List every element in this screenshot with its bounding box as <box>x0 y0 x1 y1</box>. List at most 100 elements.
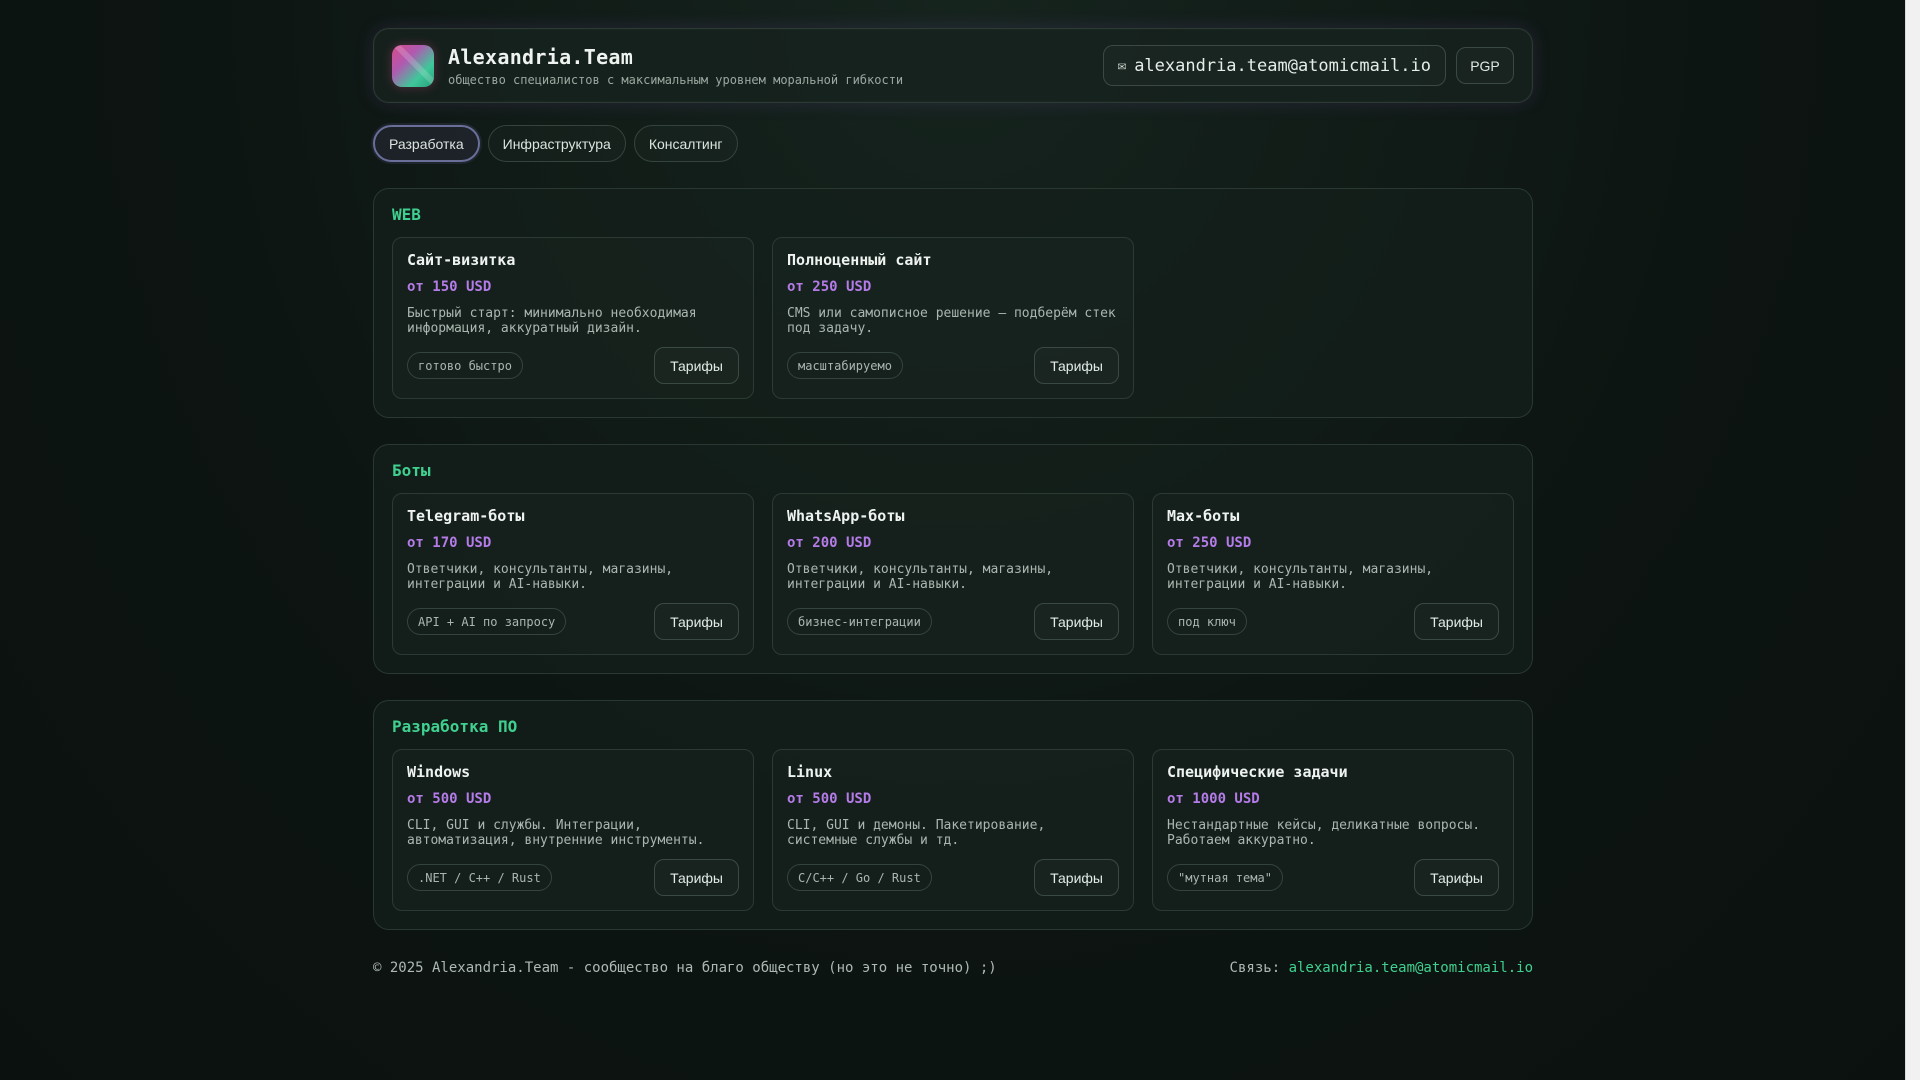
card-price: от 170 USD <box>407 535 492 551</box>
card-description-line: CLI, GUI и службы. Интеграции, <box>407 818 642 833</box>
service-card: Linux от 500 USD CLI, GUI и демоны. Паке… <box>772 749 1134 911</box>
card-description-line: под задачу. <box>787 321 874 336</box>
tab-infrastructure[interactable]: Инфраструктура <box>487 125 626 162</box>
section-title: Разработка ПО <box>392 717 518 736</box>
service-card: WhatsApp-боты от 200 USD Ответчики, конс… <box>772 493 1134 655</box>
card-description: Ответчики, консультанты, магазины, интег… <box>1167 562 1499 592</box>
tariffs-button[interactable]: Тарифы <box>654 859 739 896</box>
card-tag: бизнес-интеграции <box>787 608 932 635</box>
card-description: CLI, GUI и демоны. Пакетирование, систем… <box>787 818 1119 848</box>
service-card: Полноценный сайт от 250 USD CMS или само… <box>772 237 1134 399</box>
card-description: Нестандартные кейсы, деликатные вопросы.… <box>1167 818 1499 848</box>
pgp-button[interactable]: PGP <box>1456 47 1514 84</box>
email-button[interactable]: ✉ alexandria.team@atomicmail.io <box>1102 45 1446 86</box>
brand-block: Alexandria.Team общество специалистов с … <box>448 45 903 87</box>
card-footer: готово быстро Тарифы <box>407 347 739 384</box>
card-footer: C/C++ / Go / Rust Тарифы <box>787 859 1119 896</box>
card-title: Telegram-боты <box>407 507 525 525</box>
logo-icon[interactable] <box>392 44 434 87</box>
email-label: alexandria.team@atomicmail.io <box>1134 55 1431 76</box>
card-price: от 250 USD <box>787 279 872 295</box>
service-card: Сайт-визитка от 150 USD Быстрый старт: м… <box>392 237 754 399</box>
section-bots: Боты Telegram-боты от 170 USD Ответчики,… <box>373 444 1533 674</box>
service-cards: Telegram-боты от 170 USD Ответчики, конс… <box>392 493 1514 655</box>
card-description: Ответчики, консультанты, магазины, интег… <box>407 562 739 592</box>
card-description-line: Ответчики, консультанты, магазины, <box>787 562 1054 577</box>
card-description-line: автоматизация, внутренние инструменты. <box>407 833 705 848</box>
card-description: CMS или самописное решение — подберём ст… <box>787 306 1119 336</box>
card-tag: .NET / C++ / Rust <box>407 864 552 891</box>
card-footer: под ключ Тарифы <box>1167 603 1499 640</box>
mail-icon: ✉ <box>1117 57 1127 74</box>
card-tag: C/C++ / Go / Rust <box>787 864 932 891</box>
card-price: от 1000 USD <box>1167 791 1260 807</box>
site-header: Alexandria.Team общество специалистов с … <box>373 28 1533 103</box>
category-tabs: Разработка Инфраструктура Консалтинг <box>373 125 1533 162</box>
tariffs-button[interactable]: Тарифы <box>1034 859 1119 896</box>
service-card: Telegram-боты от 170 USD Ответчики, конс… <box>392 493 754 655</box>
service-cards: Windows от 500 USD CLI, GUI и службы. Ин… <box>392 749 1514 911</box>
card-title: Linux <box>787 763 833 781</box>
page-container: Alexandria.Team общество специалистов с … <box>373 28 1533 976</box>
card-footer: API + AI по запросу Тарифы <box>407 603 739 640</box>
card-description-line: Ответчики, консультанты, магазины, <box>407 562 674 577</box>
service-card: Max-боты от 250 USD Ответчики, консульта… <box>1152 493 1514 655</box>
tab-development[interactable]: Разработка <box>373 125 480 162</box>
service-cards: Сайт-визитка от 150 USD Быстрый старт: м… <box>392 237 1514 399</box>
card-description-line: информация, аккуратный дизайн. <box>407 321 642 336</box>
card-footer: бизнес-интеграции Тарифы <box>787 603 1119 640</box>
contact-label: Связь: <box>1229 960 1281 976</box>
card-tag: масштабируемо <box>787 352 903 379</box>
contact-email-link[interactable]: alexandria.team@atomicmail.io <box>1289 960 1533 976</box>
card-title: Специфические задачи <box>1167 763 1348 781</box>
card-tag: готово быстро <box>407 352 523 379</box>
tariffs-button[interactable]: Тарифы <box>1414 603 1499 640</box>
site-title: Alexandria.Team <box>448 44 634 69</box>
section-title: Боты <box>392 461 431 480</box>
card-description: Ответчики, консультанты, магазины, интег… <box>787 562 1119 592</box>
card-description-line: интеграции и AI-навыки. <box>1167 577 1348 592</box>
tariffs-button[interactable]: Тарифы <box>654 347 739 384</box>
section-title: WEB <box>392 205 421 224</box>
card-description-line: системные службы и тд. <box>787 833 960 848</box>
card-footer: масштабируемо Тарифы <box>787 347 1119 384</box>
card-price: от 150 USD <box>407 279 492 295</box>
tab-consulting[interactable]: Консалтинг <box>633 125 738 162</box>
card-description-line: CLI, GUI и демоны. Пакетирование, <box>787 818 1046 833</box>
service-card: Windows от 500 USD CLI, GUI и службы. Ин… <box>392 749 754 911</box>
card-price: от 500 USD <box>787 791 872 807</box>
page-scrollbar[interactable] <box>1905 0 1920 1080</box>
card-price: от 200 USD <box>787 535 872 551</box>
card-title: Windows <box>407 763 471 781</box>
section-web: WEB Сайт-визитка от 150 USD Быстрый стар… <box>373 188 1533 418</box>
card-title: Полноценный сайт <box>787 251 932 269</box>
card-tag: "мутная тема" <box>1167 864 1283 891</box>
card-description-line: интеграции и AI-навыки. <box>787 577 968 592</box>
tariffs-button[interactable]: Тарифы <box>1414 859 1499 896</box>
footer-contact: Связь: alexandria.team@atomicmail.io <box>1230 960 1533 976</box>
tariffs-button[interactable]: Тарифы <box>654 603 739 640</box>
card-description-line: Ответчики, консультанты, магазины, <box>1167 562 1434 577</box>
tariffs-button[interactable]: Тарифы <box>1034 347 1119 384</box>
card-description-line: интеграции и AI-навыки. <box>407 577 588 592</box>
site-subtitle: общество специалистов с максимальным уро… <box>448 72 904 87</box>
card-footer: "мутная тема" Тарифы <box>1167 859 1499 896</box>
card-title: WhatsApp-боты <box>787 507 905 525</box>
header-actions: ✉ alexandria.team@atomicmail.io PGP <box>1102 45 1514 86</box>
card-price: от 500 USD <box>407 791 492 807</box>
card-title: Сайт-визитка <box>407 251 516 269</box>
card-footer: .NET / C++ / Rust Тарифы <box>407 859 739 896</box>
card-description-line: Нестандартные кейсы, деликатные вопросы. <box>1167 818 1481 833</box>
tariffs-button[interactable]: Тарифы <box>1034 603 1119 640</box>
service-card: Специфические задачи от 1000 USD Нестанд… <box>1152 749 1514 911</box>
card-description-line: Работаем аккуратно. <box>1167 833 1316 848</box>
card-description: Быстрый старт: минимально необходимая ин… <box>407 306 739 336</box>
section-software: Разработка ПО Windows от 500 USD CLI, GU… <box>373 700 1533 930</box>
card-title: Max-боты <box>1167 507 1240 525</box>
card-description-line: Быстрый старт: минимально необходимая <box>407 306 697 321</box>
card-price: от 250 USD <box>1167 535 1252 551</box>
card-tag: под ключ <box>1167 608 1247 635</box>
card-description-line: CMS или самописное решение — подберём ст… <box>787 306 1116 321</box>
site-footer: © 2025 Alexandria.Team - сообщество на б… <box>373 960 1533 976</box>
card-tag: API + AI по запросу <box>407 608 567 635</box>
